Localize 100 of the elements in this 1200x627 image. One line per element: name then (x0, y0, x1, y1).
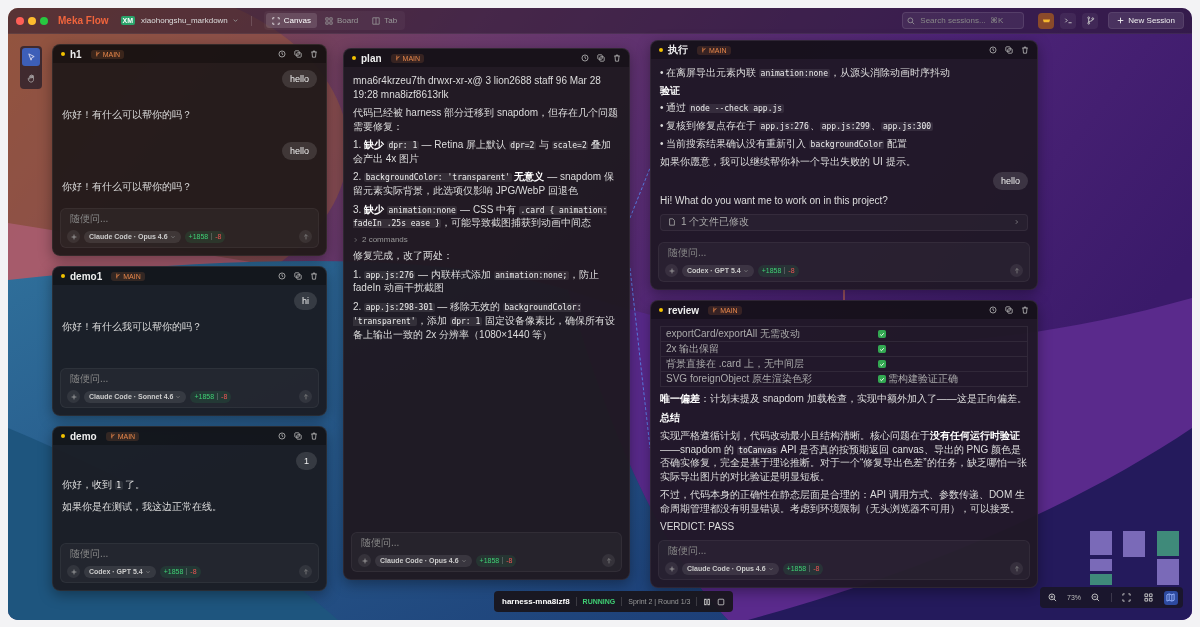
trash-icon[interactable] (310, 50, 318, 58)
copy-icon[interactable] (1005, 46, 1013, 54)
message-text: Hi! What do you want me to work on in this project? (660, 194, 889, 208)
message-input[interactable]: 随便问... (665, 247, 1023, 258)
status-dot (659, 48, 663, 52)
frame-corners-icon (1122, 593, 1132, 602)
arrow-up-icon (605, 557, 612, 564)
card-title: plan (361, 52, 382, 64)
copy-icon[interactable] (294, 432, 302, 440)
status-dot (61, 274, 65, 278)
branch-icon (394, 55, 401, 61)
arrow-up-icon (1013, 565, 1020, 572)
app-name: Meka Flow (58, 15, 109, 26)
caret-icon (460, 557, 467, 564)
arrow-up-icon (302, 393, 309, 400)
stop-icon (717, 597, 726, 606)
history-icon[interactable] (278, 50, 286, 58)
table-cell-text: SVG foreignObject 原生渲染色彩 (665, 372, 814, 386)
trash-icon[interactable] (613, 54, 621, 62)
history-icon[interactable] (278, 272, 286, 280)
list-item: 2. app.js:298-301 — 移除无效的 backgroundColor: 'transparent'，添加 dpr: 1 固定设备像素比，确保所有设备上输出一致的 2x 分辨率（1080×1440 等） (353, 300, 616, 342)
new-session-button[interactable]: New Session (1108, 12, 1184, 29)
branch-icon (701, 47, 707, 53)
pause-button[interactable] (703, 597, 712, 606)
view-tab[interactable]: Tab (366, 13, 404, 28)
message-input[interactable]: 随便问... (67, 373, 312, 384)
user-message: hello (993, 172, 1028, 191)
chevron-icon (1014, 219, 1020, 226)
copy-icon[interactable] (1005, 306, 1013, 314)
message-text: 你好！有什么可以帮你的吗？ (62, 108, 193, 122)
file-change-row[interactable]: 1 个文件已修改 (660, 213, 1028, 231)
caret-icon (144, 568, 151, 575)
history-icon[interactable] (989, 306, 997, 314)
plus-icon (668, 267, 675, 274)
connector-line (629, 167, 651, 219)
branch-button[interactable] (1082, 12, 1099, 29)
add-button[interactable] (67, 565, 80, 578)
list-item: 1. 缺少 dpr: 1 — Retina 屏上默认 dpr=2 与 scale=2 叠加会产出 4x 图片 (353, 138, 612, 166)
card-title: demo (70, 430, 97, 442)
trash-icon[interactable] (1021, 306, 1029, 314)
list-item: • 在离屏导出元素内联 animation:none，从源头消除动画时序抖动 (660, 66, 951, 80)
stop-button[interactable] (717, 597, 726, 606)
file-icon (668, 218, 676, 227)
minimap-button[interactable] (1163, 590, 1178, 605)
maximize-window-button[interactable] (40, 16, 48, 25)
add-button[interactable] (665, 264, 678, 277)
trash-icon[interactable] (310, 432, 318, 440)
grid-button[interactable] (1141, 590, 1156, 605)
close-window-button[interactable] (16, 16, 24, 25)
card-title: review (668, 304, 700, 316)
add-button[interactable] (358, 554, 371, 567)
add-button[interactable] (665, 562, 678, 575)
message-input[interactable]: 随便问... (67, 548, 312, 559)
list-item: 1. app.js:276 — 内联样式添加 animation:none;，防止 fadeIn 动画干扰截图 (353, 267, 600, 295)
commands-toggle[interactable]: 2 commands (353, 235, 408, 245)
copy-icon[interactable] (294, 272, 302, 280)
user-message: hi (294, 292, 317, 310)
message-input[interactable]: 随便问... (665, 545, 1023, 556)
copy-icon[interactable] (597, 54, 605, 62)
zoom-out-icon (1091, 593, 1101, 602)
plus-icon (70, 568, 77, 575)
frame-corners-icon (271, 16, 280, 25)
search-icon (907, 17, 916, 25)
message-text: VERDICT: PASS (660, 520, 736, 534)
message-input[interactable]: 随便问... (358, 537, 615, 548)
copy-icon[interactable] (294, 50, 302, 58)
view-tab[interactable]: Canvas (265, 13, 317, 28)
trash-icon[interactable] (310, 272, 318, 280)
project-selector[interactable]: xiaohongshu_markdown (141, 16, 239, 25)
terminal-button[interactable] (1060, 12, 1077, 29)
view-tab[interactable]: Board (318, 13, 365, 28)
minimize-window-button[interactable] (28, 16, 36, 25)
history-icon[interactable] (989, 46, 997, 54)
hand-icon (26, 73, 36, 83)
message-text: 如果你愿意，我可以继续帮你补一个导出失败的 UI 提示。 (660, 154, 917, 169)
trash-icon[interactable] (1021, 46, 1029, 54)
arrow-up-icon (302, 233, 309, 240)
map-icon (1166, 593, 1176, 602)
add-button[interactable] (67, 230, 80, 243)
list-item: 3. 缺少 animation:none — CSS 中有 .card { animation: fadeIn .25s ease }，可能导致截图捕获到动画中间态 (353, 202, 609, 231)
card-title: 执行 (668, 43, 688, 57)
message-text: 你好！有什么可以帮你的吗？ (62, 179, 193, 193)
status-dot (61, 52, 65, 56)
plus-icon (1117, 17, 1125, 24)
history-icon[interactable] (581, 54, 589, 62)
list-item: 2. backgroundColor: 'transparent' 无意义 — snapdom 保留元素实际背景，此选项仅影响 JPG/WebP 回退色 (353, 170, 615, 198)
terminal-icon (1063, 16, 1073, 25)
grid-icon (1144, 593, 1154, 602)
add-button[interactable] (67, 390, 80, 403)
table-cell-text: 2x 输出保留 (665, 342, 721, 356)
table-cell-text: 背景直接在 .card 上，无中间层 (665, 357, 805, 371)
message-input[interactable]: 随便问... (67, 213, 312, 224)
arrow-up-icon (302, 568, 309, 575)
list-item: • 当前搜索结果确认没有重新引入 backgroundColor 配置 (660, 136, 909, 151)
arrow-up-icon (1013, 267, 1020, 274)
fit-view-button[interactable] (1119, 590, 1134, 605)
history-icon[interactable] (278, 432, 286, 440)
chevron-icon (353, 236, 359, 243)
section-heading: 总结 (660, 410, 681, 424)
select-tool-button[interactable] (22, 48, 40, 66)
